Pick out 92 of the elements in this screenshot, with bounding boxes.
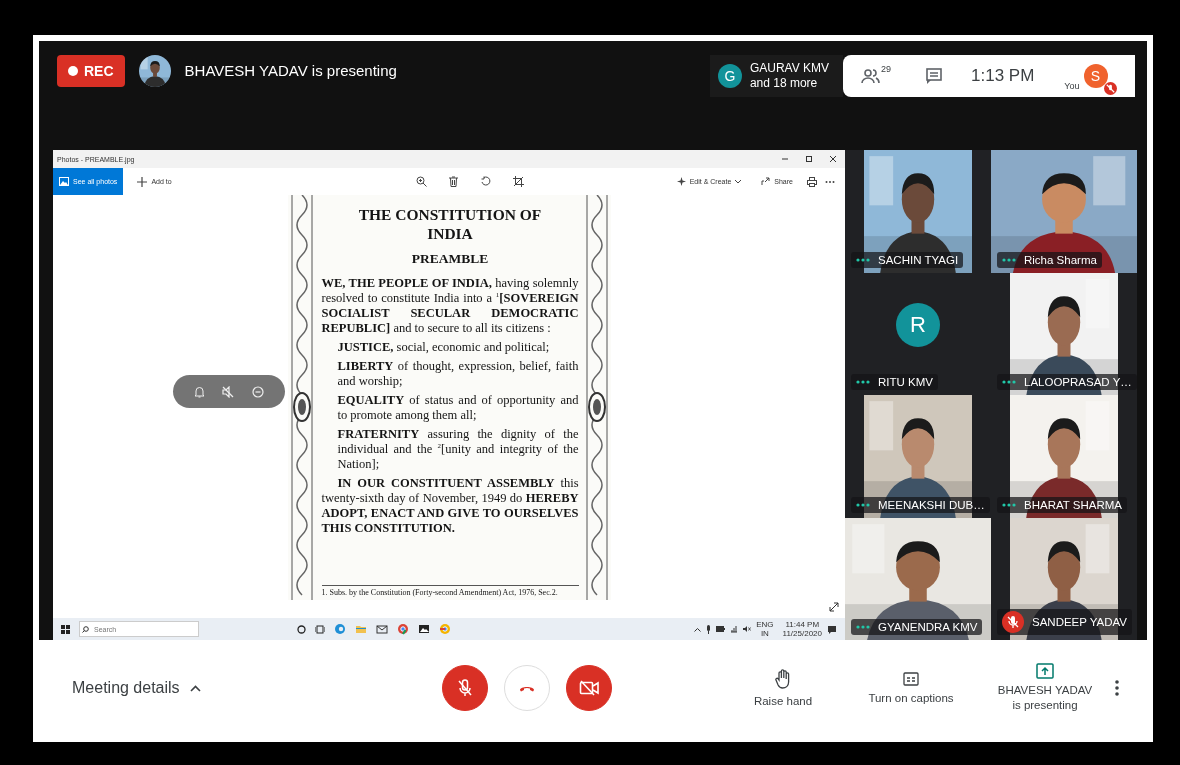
presenter-status: BHAVESH YADAV is presenting (184, 62, 397, 79)
browser-icon[interactable] (439, 623, 451, 635)
notification-icon[interactable] (827, 624, 837, 634)
participant-name: BHARAT SHARMA (1024, 498, 1122, 511)
speaker-icon[interactable] (743, 625, 752, 633)
presenting-status: is presenting (1011, 698, 1079, 713)
chevron-up-icon (189, 684, 201, 692)
battery-icon[interactable] (716, 626, 726, 632)
region-label: IN (759, 629, 770, 638)
others-count: and 18 more (749, 76, 819, 91)
caret-icon (735, 179, 742, 184)
bell-icon[interactable] (193, 385, 205, 398)
more-dots-icon[interactable] (856, 380, 870, 384)
document-paragraph: FRATERNITY assuring the dignity of the individual and the $^{2}$[unity and integrity of the Nation]; (336, 427, 579, 472)
share-icon (761, 177, 771, 186)
participant-name: Richa Sharma (1024, 253, 1097, 266)
participant-count: 29 (881, 64, 891, 74)
action-label: Raise hand (753, 695, 813, 707)
print-icon[interactable] (807, 176, 817, 187)
more-dots-icon[interactable] (1002, 257, 1016, 262)
hang-up-icon (519, 684, 535, 692)
search-icon (82, 625, 89, 633)
document-paragraph: EQUALITY of status and of opportunity and to promote among them all; (336, 393, 579, 423)
language-label: ENG (756, 620, 774, 629)
network-icon[interactable] (730, 625, 739, 633)
more-dots-icon[interactable] (856, 257, 870, 262)
image-icon (59, 177, 69, 186)
more-icon[interactable] (825, 179, 835, 184)
clock-date: 11/25/2020 (782, 629, 822, 638)
self-label: You (1064, 81, 1080, 91)
maximize-icon[interactable] (805, 155, 813, 163)
captions-button[interactable]: Turn on captions (847, 672, 975, 704)
chevron-up-icon[interactable] (694, 626, 702, 632)
raise-hand-button[interactable]: Raise hand (719, 669, 847, 707)
document-heading: PREAMBLE (410, 251, 490, 266)
present-screen-icon[interactable] (1036, 663, 1054, 679)
trash-icon[interactable] (448, 176, 458, 187)
mic-off-icon (457, 679, 473, 697)
avatar-initial: G (717, 64, 742, 88)
camera-button[interactable] (566, 665, 612, 711)
more-options-icon[interactable] (1115, 680, 1119, 696)
meeting-details-button[interactable]: Meeting details (72, 679, 442, 697)
zoom-in-icon[interactable] (415, 176, 427, 187)
minus-circle-icon[interactable] (252, 385, 265, 398)
minimize-icon[interactable] (781, 155, 789, 163)
document-paragraph: JUSTICE, social, economic and political; (336, 340, 551, 355)
more-dots-icon[interactable] (856, 502, 870, 507)
record-dot-icon (68, 65, 78, 76)
crop-icon[interactable] (512, 176, 524, 187)
avatar-initial: R (896, 302, 940, 347)
circle-icon[interactable] (297, 624, 306, 634)
microphone-button[interactable] (442, 665, 488, 711)
expand-icon[interactable] (829, 602, 839, 612)
image-icon[interactable] (418, 623, 430, 635)
plus-icon (137, 176, 148, 187)
folder-icon[interactable] (355, 623, 367, 635)
rotate-icon[interactable] (479, 176, 491, 187)
avatar-initial: S (1083, 64, 1108, 88)
participant-name: SACHIN TYAGI (878, 253, 959, 266)
participant-name: RITU KMV (878, 376, 933, 388)
more-dots-icon[interactable] (856, 625, 870, 629)
recording-badge: REC (57, 54, 125, 87)
sound-off-icon[interactable] (222, 385, 235, 398)
document-paragraph: IN OUR CONSTITUENT ASSEMBLY this twenty-sixth day of November, 1949 do HEREBY ADOPT, ENACT AND GIVE TO OURSELVES THIS CONSTITUTION. (321, 476, 579, 536)
task-view-icon[interactable] (315, 624, 325, 634)
presenter-name: BHAVESH YADAV (996, 683, 1094, 698)
participant-name: GYANENDRA KMV (878, 621, 978, 633)
people-icon[interactable] (861, 66, 881, 86)
camera-off-icon (579, 680, 599, 696)
more-dots-icon[interactable] (1002, 380, 1016, 384)
document-paragraph: WE, THE PEOPLE OF INDIA, having solemnly resolved to constitute India into a $^{1}$[SOVEREIGN SOCIALIST SECULAR DEMOCRATIC REPUBLIC] and to secure to all its citizens : (321, 276, 579, 336)
action-label: Turn on captions (868, 692, 954, 704)
participant-name: LALOOPRASAD Y… (1024, 376, 1132, 388)
close-icon[interactable] (829, 155, 837, 163)
footnote: 1. Subs. by the Constitution (Forty-second Amendment) Act, 1976, Sec.2. (321, 585, 579, 600)
document-paragraph: LIBERTY of thought, expression, belief, faith and worship; (336, 359, 579, 389)
participant-name: MEENAKSHI DUB… (878, 498, 985, 511)
clock-time: 11:44 PM (784, 620, 821, 629)
more-dots-icon[interactable] (1002, 502, 1016, 507)
participant-name: SANDEEP YADAV (1032, 616, 1128, 628)
captions-icon (903, 672, 919, 686)
hand-icon (775, 669, 791, 689)
mail-icon[interactable] (376, 623, 388, 635)
chat-icon[interactable] (925, 67, 943, 85)
browser-icon[interactable] (397, 623, 409, 635)
windows-icon[interactable] (61, 624, 70, 634)
document-title: THE CONSTITUTION OF INDIA (357, 205, 543, 243)
sparkle-icon (676, 177, 686, 186)
browser-icon[interactable] (334, 623, 346, 635)
speaker-name: GAURAV KMV (749, 61, 829, 76)
microphone-icon[interactable] (706, 624, 712, 634)
meeting-time: 1:13 PM (971, 66, 1035, 86)
